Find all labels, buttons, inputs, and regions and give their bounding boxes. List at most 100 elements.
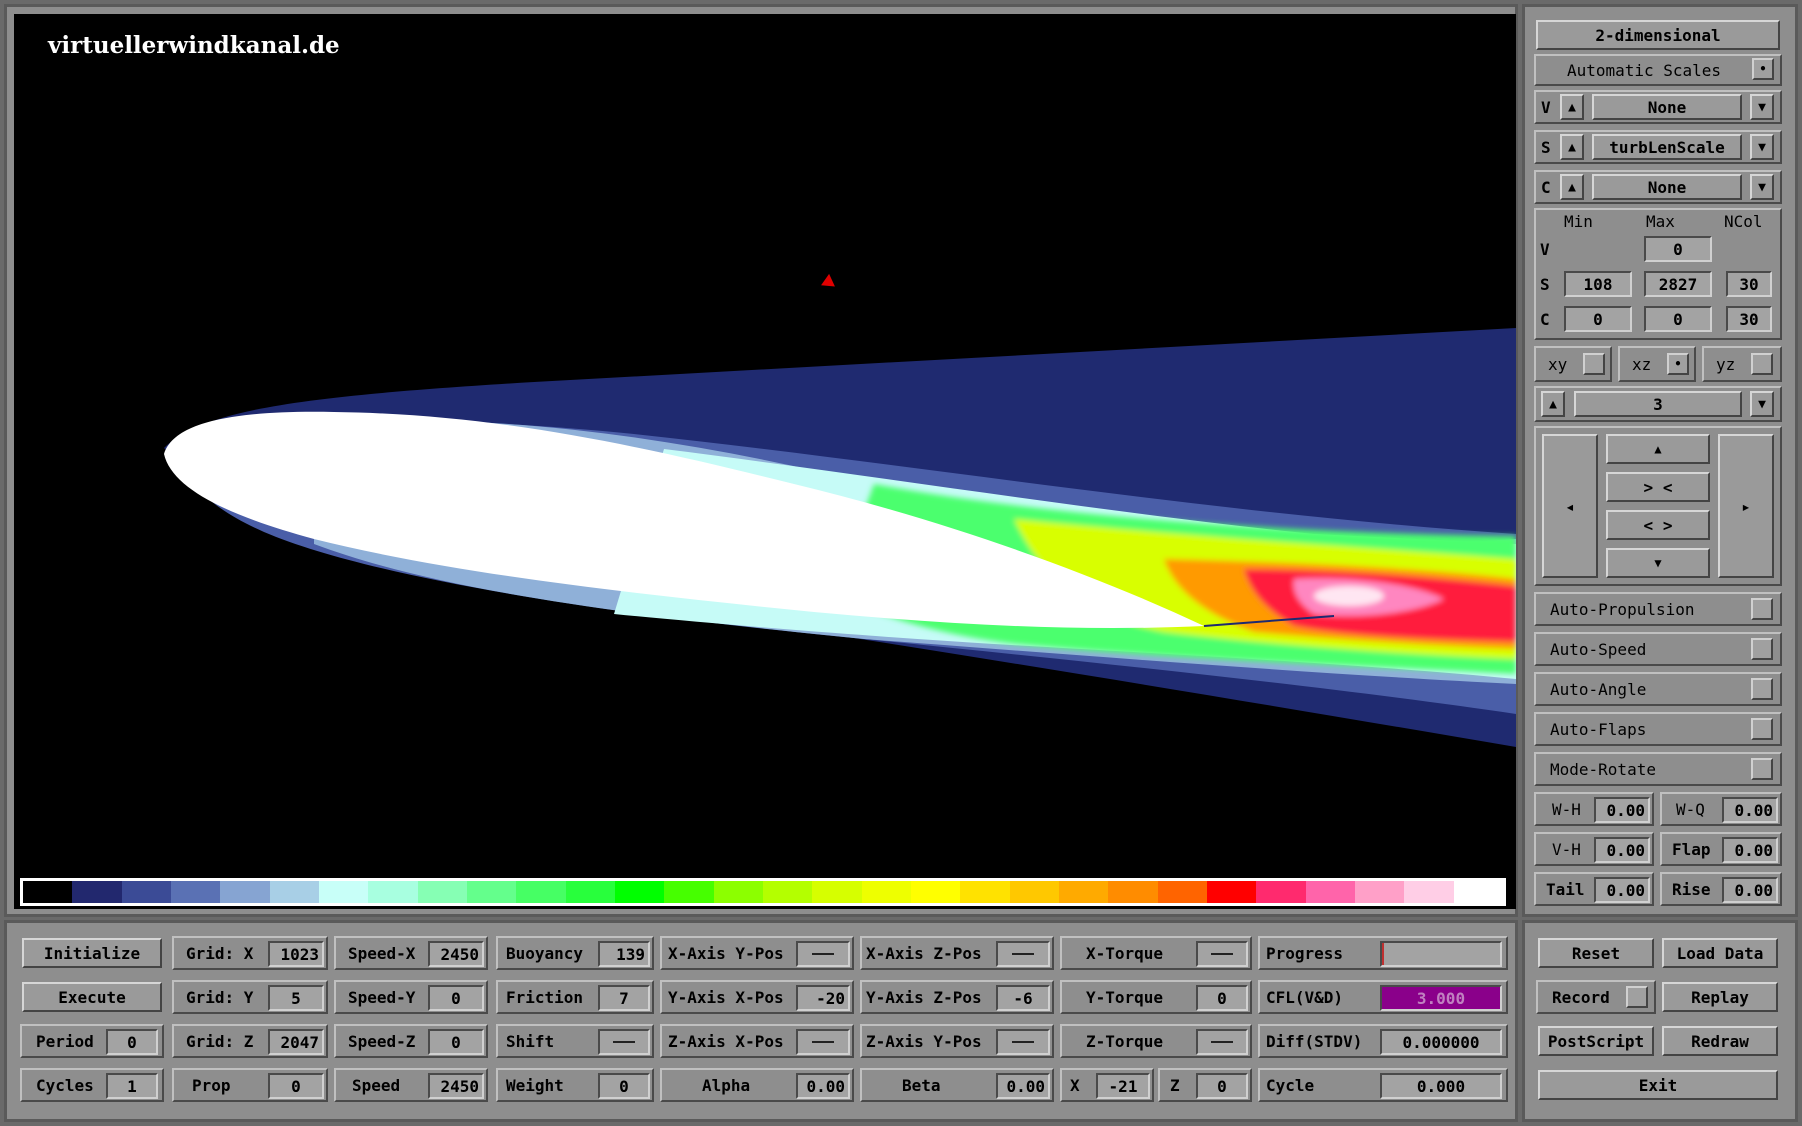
level-down-button[interactable]: ▼ xyxy=(1750,391,1774,417)
y-axis-x-pos-field[interactable]: -20 xyxy=(796,985,850,1011)
scalar-selector-dropdown-button[interactable]: ▼ xyxy=(1750,134,1774,160)
initialize-button[interactable]: Initialize xyxy=(22,938,162,968)
buoyancy-field[interactable]: 139 xyxy=(598,941,650,967)
color-legend-swatch xyxy=(466,881,517,903)
c-max-field[interactable]: 0 xyxy=(1644,306,1712,332)
c-ncol-field[interactable]: 30 xyxy=(1726,306,1772,332)
weight-field[interactable]: 0 xyxy=(598,1073,650,1099)
grid-y-field[interactable]: 5 xyxy=(268,985,324,1011)
vector-selector-dropdown-button[interactable]: ▼ xyxy=(1750,94,1774,120)
redraw-button[interactable]: Redraw xyxy=(1662,1026,1778,1056)
shift-field[interactable] xyxy=(598,1029,650,1055)
grid-z-label: Grid: Z xyxy=(186,1031,254,1051)
period-field[interactable]: 0 xyxy=(106,1029,158,1055)
mode-rotate-checkbox[interactable] xyxy=(1751,758,1773,780)
speed-z-field[interactable]: 0 xyxy=(428,1029,484,1055)
plane-yz-checkbox[interactable] xyxy=(1751,353,1773,375)
s-min-field[interactable]: 108 xyxy=(1564,271,1632,297)
wq-field[interactable]: 0.00 xyxy=(1722,797,1778,823)
arrow-up-icon: ▲ xyxy=(1654,442,1662,456)
x-coord-field[interactable]: -21 xyxy=(1096,1073,1150,1099)
beta-field[interactable]: 0.00 xyxy=(996,1073,1050,1099)
scalar-selector-value[interactable]: turbLenScale xyxy=(1592,134,1742,160)
wh-label: W-H xyxy=(1552,799,1581,819)
progress-fill xyxy=(1382,943,1384,965)
speed-field[interactable]: 2450 xyxy=(428,1073,484,1099)
color-legend-swatch xyxy=(121,881,171,903)
s-max-field[interactable]: 2827 xyxy=(1644,271,1712,297)
grid-x-field[interactable]: 1023 xyxy=(268,941,324,967)
zoom-out-button[interactable]: < > xyxy=(1606,510,1710,540)
replay-button[interactable]: Replay xyxy=(1662,982,1778,1012)
empty-value-dash xyxy=(1211,953,1233,955)
auto-speed-checkbox[interactable] xyxy=(1751,638,1773,660)
postscript-button[interactable]: PostScript xyxy=(1538,1026,1654,1056)
color-selector-letter: C xyxy=(1541,177,1551,197)
y-axis-z-pos-field[interactable]: -6 xyxy=(996,985,1050,1011)
load-data-button[interactable]: Load Data xyxy=(1662,938,1778,968)
prop-label: Prop xyxy=(192,1075,231,1095)
reset-button[interactable]: Reset xyxy=(1538,938,1654,968)
pan-down-button[interactable]: ▼ xyxy=(1606,548,1710,578)
auto-propulsion-checkbox[interactable] xyxy=(1751,598,1773,620)
auto-scales-checkbox[interactable]: • xyxy=(1752,58,1774,80)
shift-label: Shift xyxy=(506,1031,555,1051)
pan-left-button[interactable]: ◂ xyxy=(1542,434,1598,578)
level-value[interactable]: 3 xyxy=(1574,391,1742,417)
zoom-in-button[interactable]: > < xyxy=(1606,472,1710,502)
z-axis-y-pos-field[interactable] xyxy=(996,1029,1050,1055)
auto-flaps-checkbox[interactable] xyxy=(1751,718,1773,740)
y-torque-field[interactable]: 0 xyxy=(1196,985,1248,1011)
z-axis-x-pos-field[interactable] xyxy=(796,1029,850,1055)
color-legend-swatch xyxy=(1206,881,1257,903)
s-ncol-field[interactable]: 30 xyxy=(1726,271,1772,297)
vh-field[interactable]: 0.00 xyxy=(1594,837,1650,863)
v-max-field[interactable]: 0 xyxy=(1644,236,1712,262)
visualization-viewport[interactable]: virtuellerwindkanal.de xyxy=(14,14,1516,909)
friction-field[interactable]: 7 xyxy=(598,985,650,1011)
plane-xz-checkbox[interactable]: • xyxy=(1667,353,1689,375)
cycles-field[interactable]: 1 xyxy=(106,1073,158,1099)
rise-field[interactable]: 0.00 xyxy=(1722,877,1778,903)
flap-label: Flap xyxy=(1672,839,1711,859)
color-legend-swatch xyxy=(269,881,319,903)
color-selector-dropdown-button[interactable]: ▼ xyxy=(1750,174,1774,200)
scalar-selector-up-button[interactable]: ▲ xyxy=(1560,134,1584,160)
color-selector-up-button[interactable]: ▲ xyxy=(1560,174,1584,200)
tail-label: Tail xyxy=(1546,879,1585,899)
wh-field[interactable]: 0.00 xyxy=(1594,797,1650,823)
pan-up-button[interactable]: ▲ xyxy=(1606,434,1710,464)
y-axis-z-pos-label: Y-Axis Z-Pos xyxy=(866,987,982,1007)
z-torque-field[interactable] xyxy=(1196,1029,1248,1055)
arrow-left-icon: ◂ xyxy=(1565,496,1575,516)
alpha-field[interactable]: 0.00 xyxy=(796,1073,850,1099)
auto-angle-checkbox[interactable] xyxy=(1751,678,1773,700)
color-legend-bar xyxy=(20,878,1506,906)
x-torque-field[interactable] xyxy=(1196,941,1248,967)
speed-y-field[interactable]: 0 xyxy=(428,985,484,1011)
z-coord-field[interactable]: 0 xyxy=(1196,1073,1248,1099)
exit-button[interactable]: Exit xyxy=(1538,1070,1778,1100)
arrow-down-icon: ▼ xyxy=(1758,99,1766,115)
vector-selector-up-button[interactable]: ▲ xyxy=(1560,94,1584,120)
pan-right-button[interactable]: ▸ xyxy=(1718,434,1774,578)
x-axis-y-pos-label: X-Axis Y-Pos xyxy=(668,943,784,963)
record-checkbox[interactable] xyxy=(1626,986,1648,1008)
color-legend-swatch xyxy=(812,881,862,903)
mode-2d-button[interactable]: 2-dimensional xyxy=(1536,20,1780,50)
execute-button[interactable]: Execute xyxy=(22,982,162,1012)
color-selector-value[interactable]: None xyxy=(1592,174,1742,200)
color-legend-swatch xyxy=(1058,881,1109,903)
tail-field[interactable]: 0.00 xyxy=(1594,877,1650,903)
grid-z-field[interactable]: 2047 xyxy=(268,1029,324,1055)
level-up-button[interactable]: ▲ xyxy=(1541,391,1565,417)
speed-x-field[interactable]: 2450 xyxy=(428,941,484,967)
c-min-field[interactable]: 0 xyxy=(1564,306,1632,332)
x-axis-y-pos-field[interactable] xyxy=(796,941,850,967)
x-axis-z-pos-field[interactable] xyxy=(996,941,1050,967)
vector-selector-value[interactable]: None xyxy=(1592,94,1742,120)
color-legend-swatch xyxy=(1157,881,1207,903)
flap-field[interactable]: 0.00 xyxy=(1722,837,1778,863)
plane-xy-checkbox[interactable] xyxy=(1583,353,1605,375)
prop-field[interactable]: 0 xyxy=(268,1073,324,1099)
